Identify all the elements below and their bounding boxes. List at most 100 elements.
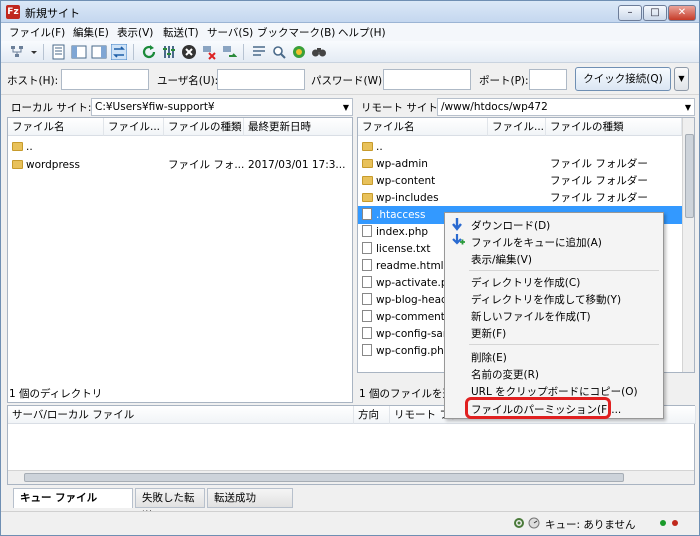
- menu-view[interactable]: 表示(V): [117, 25, 153, 40]
- chevron-down-icon[interactable]: ▼: [343, 103, 349, 112]
- remote-path-input[interactable]: /www/htdocs/wp472 ▼: [437, 98, 695, 116]
- remote-row-name: license.txt: [376, 243, 431, 255]
- remote-site-label: リモート サイト:: [361, 102, 442, 114]
- local-header-filename[interactable]: ファイル名: [8, 118, 104, 136]
- local-row-type: ファイル フォ...: [168, 159, 244, 171]
- menu-divider: [469, 344, 659, 345]
- add-to-queue-icon: [452, 234, 465, 245]
- folder-icon: [12, 160, 23, 169]
- menu-item-create-directory[interactable]: ディレクトリを作成(C): [471, 275, 580, 290]
- remote-tree-icon[interactable]: [91, 44, 107, 60]
- remote-site-bar: リモート サイト: /www/htdocs/wp472 ▼: [357, 97, 695, 117]
- file-icon: [362, 208, 372, 220]
- tab-queued-files[interactable]: キュー ファイル: [13, 488, 133, 508]
- remote-status-text: 1 個のファイルを選: [359, 388, 454, 400]
- local-file-list[interactable]: ファイル名 ファイル... ファイルの種類 最終更新日時 .. wordpres…: [7, 117, 353, 403]
- gear-icon: [514, 518, 524, 528]
- refresh-icon[interactable]: [141, 44, 157, 60]
- scrollbar-thumb[interactable]: [685, 134, 694, 218]
- local-header-filesize[interactable]: ファイル...: [104, 118, 164, 136]
- minimize-button[interactable]: –: [618, 5, 642, 21]
- send-indicator-icon: [672, 520, 678, 526]
- menu-help[interactable]: ヘルプ(H): [338, 25, 386, 40]
- synchronized-browsing-icon[interactable]: [291, 44, 307, 60]
- menu-item-delete[interactable]: 削除(E): [471, 350, 507, 365]
- cancel-icon[interactable]: [181, 44, 197, 60]
- remote-vertical-scrollbar[interactable]: [682, 118, 694, 372]
- tab-successful-transfers[interactable]: 転送成功 (1506): [207, 488, 293, 522]
- menu-item-download[interactable]: ダウンロード(D): [471, 218, 550, 233]
- chevron-down-icon[interactable]: [29, 44, 39, 60]
- php-file-icon: [362, 327, 372, 339]
- process-queue-icon[interactable]: [161, 44, 177, 60]
- remote-row-name: wp-config.php: [376, 345, 451, 357]
- local-site-bar: ローカル サイト: C:¥Users¥fiw-support¥ ▼: [7, 97, 353, 117]
- table-row[interactable]: wp-content ファイル フォルダー: [358, 172, 682, 190]
- compare-icon[interactable]: [271, 44, 287, 60]
- menu-bookmarks[interactable]: ブックマーク(B): [257, 25, 335, 40]
- menu-item-create-directory-enter[interactable]: ディレクトリを作成して移動(Y): [471, 292, 621, 307]
- download-arrow-icon: [452, 218, 462, 231]
- directory-listing-filter-icon[interactable]: [251, 44, 267, 60]
- username-input[interactable]: [217, 69, 305, 90]
- local-header-modified[interactable]: 最終更新日時: [244, 118, 352, 136]
- menu-item-rename[interactable]: 名前の変更(R): [471, 367, 539, 382]
- disconnect-icon[interactable]: [201, 44, 217, 60]
- app-window: Fz 新規サイト – □ ✕ ファイル(F) 編集(E) 表示(V) 転送(T)…: [0, 0, 700, 536]
- site-manager-icon[interactable]: [9, 44, 25, 60]
- menu-server[interactable]: サーバ(S): [207, 25, 253, 40]
- table-row[interactable]: wp-admin ファイル フォルダー: [358, 155, 682, 173]
- port-input[interactable]: [529, 69, 567, 90]
- folder-icon: [362, 193, 373, 202]
- speed-limit-icon[interactable]: [528, 517, 540, 529]
- maximize-button[interactable]: □: [643, 5, 667, 21]
- local-row-date: 2017/03/01 17:3...: [248, 159, 346, 171]
- queue-header-local-file[interactable]: サーバ/ローカル ファイル: [8, 406, 354, 424]
- local-tree-icon[interactable]: [71, 44, 87, 60]
- remote-header-filesize[interactable]: ファイル...: [488, 118, 546, 136]
- menu-item-refresh[interactable]: 更新(F): [471, 326, 506, 341]
- chevron-down-icon[interactable]: ▼: [685, 103, 691, 112]
- queue-header-direction[interactable]: 方向: [354, 406, 390, 424]
- password-input[interactable]: [383, 69, 471, 90]
- php-file-icon: [362, 310, 372, 322]
- remote-row-name: wp-comments-: [376, 311, 455, 323]
- quickconnect-history-button[interactable]: ▼: [674, 67, 689, 91]
- remote-row-name: wp-admin: [376, 158, 428, 170]
- close-button[interactable]: ✕: [668, 5, 696, 21]
- transfer-queue-icon[interactable]: [111, 44, 127, 60]
- menu-item-create-file[interactable]: 新しいファイルを作成(T): [471, 309, 591, 324]
- reconnect-icon[interactable]: [221, 44, 237, 60]
- local-header-filetype[interactable]: ファイルの種類: [164, 118, 244, 136]
- search-icon[interactable]: [311, 44, 327, 60]
- local-row-name: ..: [26, 141, 33, 153]
- queue-status-text: キュー: ありません: [545, 519, 636, 531]
- scrollbar-thumb[interactable]: [24, 473, 624, 482]
- menu-divider: [469, 270, 659, 271]
- port-label: ポート(P):: [479, 75, 529, 87]
- tab-failed-transfers[interactable]: 失敗した転送: [135, 488, 205, 522]
- text-file-icon: [362, 242, 372, 254]
- html-file-icon: [362, 259, 372, 271]
- menu-file[interactable]: ファイル(F): [9, 25, 65, 40]
- menu-item-add-to-queue[interactable]: ファイルをキューに追加(A): [471, 235, 602, 250]
- context-menu: ダウンロード(D) ファイルをキューに追加(A) 表示/編集(V) ディレクトリ…: [444, 212, 664, 419]
- quickconnect-button[interactable]: クイック接続(Q): [575, 67, 671, 91]
- message-log-icon[interactable]: [51, 44, 67, 60]
- menu-transfer[interactable]: 転送(T): [163, 25, 199, 40]
- php-file-icon: [362, 276, 372, 288]
- remote-header-filename[interactable]: ファイル名: [358, 118, 488, 136]
- remote-header-filetype[interactable]: ファイルの種類: [546, 118, 682, 136]
- folder-icon: [362, 142, 373, 151]
- title-bar: Fz 新規サイト – □ ✕: [1, 1, 699, 23]
- menu-edit[interactable]: 編集(E): [73, 25, 109, 40]
- table-row[interactable]: ..: [8, 138, 352, 156]
- menu-item-view-edit[interactable]: 表示/編集(V): [471, 252, 532, 267]
- php-file-icon: [362, 225, 372, 237]
- host-input[interactable]: [61, 69, 149, 90]
- table-row[interactable]: wordpress ファイル フォ... 2017/03/01 17:3...: [8, 156, 352, 174]
- table-row[interactable]: ..: [358, 138, 682, 156]
- queue-horizontal-scrollbar[interactable]: [8, 470, 694, 484]
- table-row[interactable]: wp-includes ファイル フォルダー: [358, 189, 682, 207]
- local-path-input[interactable]: C:¥Users¥fiw-support¥ ▼: [91, 98, 353, 116]
